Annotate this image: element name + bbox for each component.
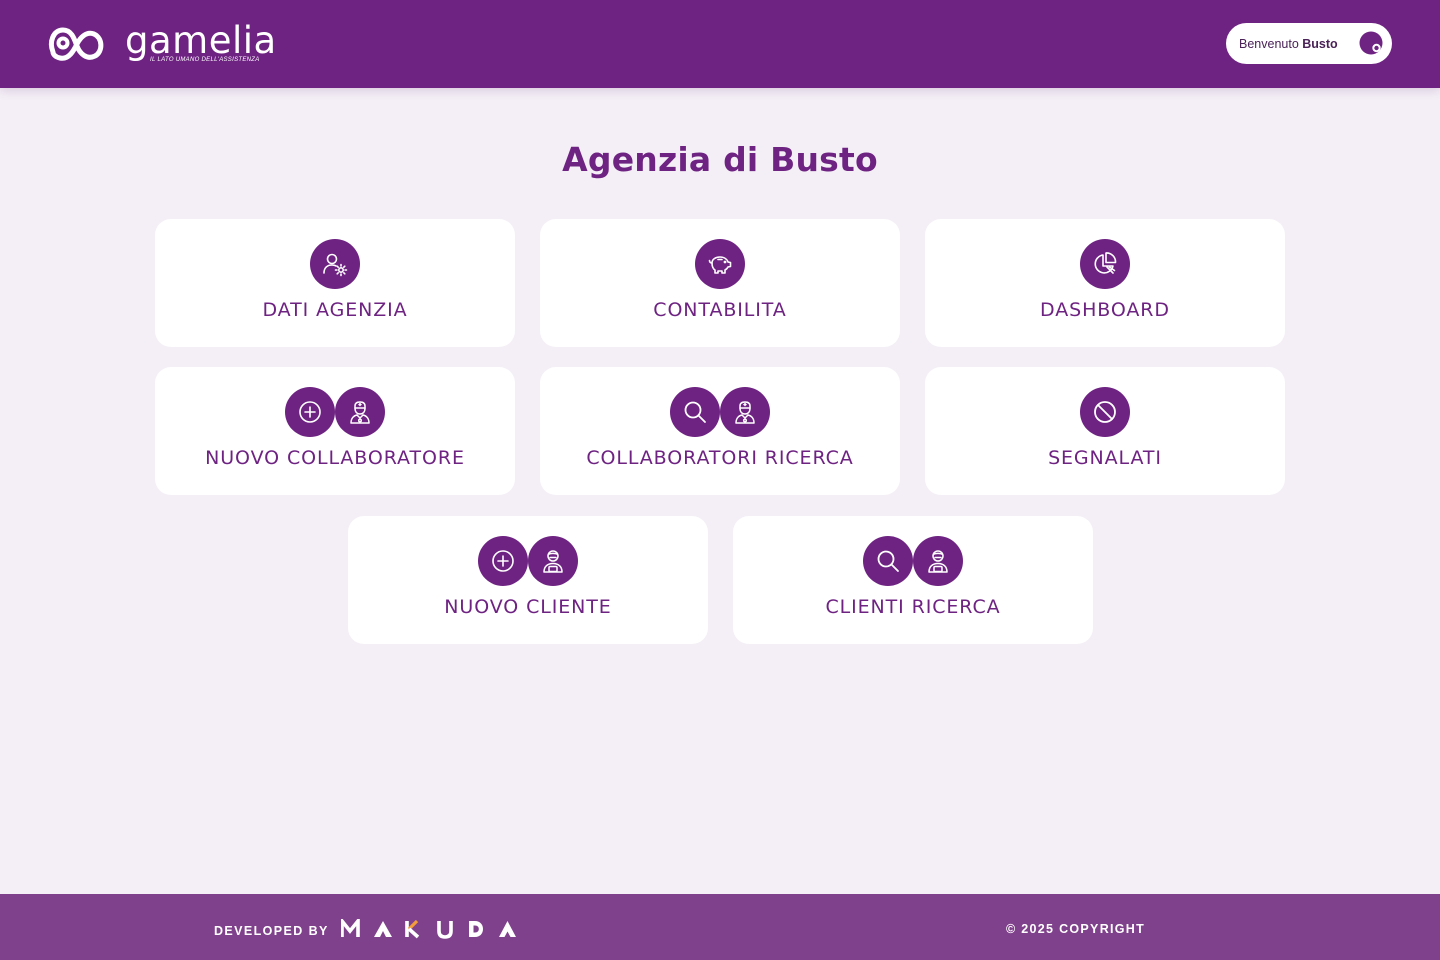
user-menu-button[interactable]: Benvenuto Busto — [1226, 23, 1392, 64]
card-label: SEGNALATI — [1048, 447, 1162, 469]
card-collaboratori-ricerca[interactable]: COLLABORATORI RICERCA — [540, 367, 900, 495]
makuda-logo-icon[interactable] — [341, 919, 517, 939]
search-icon — [670, 387, 720, 437]
card-label: CONTABILITA — [653, 299, 787, 321]
infinity-logo-icon — [48, 27, 104, 61]
search-icon — [863, 536, 913, 586]
card-icons — [155, 387, 515, 437]
card-label: COLLABORATORI RICERCA — [586, 447, 854, 469]
piggy-bank-icon — [695, 239, 745, 289]
plus-circle-icon — [478, 536, 528, 586]
nurse-icon — [335, 387, 385, 437]
logo-text: gamelia IL LATO UMANO DELL'ASSISTENZA — [125, 19, 276, 66]
page-title: Agenzia di Busto — [562, 140, 878, 179]
card-icons — [925, 387, 1285, 437]
card-contabilita[interactable]: CONTABILITA — [540, 219, 900, 347]
card-label: CLIENTI RICERCA — [825, 596, 1001, 618]
card-nuovo-cliente[interactable]: NUOVO CLIENTE — [348, 516, 708, 644]
patient-icon — [528, 536, 578, 586]
card-nuovo-collaboratore[interactable]: NUOVO COLLABORATORE — [155, 367, 515, 495]
card-clienti-ricerca[interactable]: CLIENTI RICERCA — [733, 516, 1093, 644]
card-icons — [540, 387, 900, 437]
card-dashboard[interactable]: DASHBOARD — [925, 219, 1285, 347]
copyright-text: © 2025 COPYRIGHT — [1006, 922, 1146, 936]
card-icons — [925, 239, 1285, 289]
ban-icon — [1080, 387, 1130, 437]
user-avatar-icon — [1359, 31, 1383, 55]
pie-chart-icon — [1080, 239, 1130, 289]
card-label: NUOVO CLIENTE — [444, 596, 612, 618]
nurse-icon — [720, 387, 770, 437]
card-icons — [348, 536, 708, 586]
card-label: DASHBOARD — [1040, 299, 1170, 321]
patient-icon — [913, 536, 963, 586]
developed-by-label: DEVELOPED BY — [214, 924, 329, 938]
card-segnalati[interactable]: SEGNALATI — [925, 367, 1285, 495]
welcome-text: Benvenuto Busto — [1239, 37, 1338, 51]
logo-tagline: IL LATO UMANO DELL'ASSISTENZA — [150, 57, 260, 63]
card-label: DATI AGENZIA — [262, 299, 408, 321]
card-icons — [155, 239, 515, 289]
card-icons — [540, 239, 900, 289]
card-dati-agenzia[interactable]: DATI AGENZIA — [155, 219, 515, 347]
welcome-username: Busto — [1302, 36, 1338, 51]
card-label: NUOVO COLLABORATORE — [205, 447, 465, 469]
gamelia-logo[interactable]: gamelia IL LATO UMANO DELL'ASSISTENZA — [47, 19, 276, 66]
plus-circle-icon — [285, 387, 335, 437]
welcome-prefix: Benvenuto — [1239, 36, 1299, 51]
card-icons — [733, 536, 1093, 586]
top-header: gamelia IL LATO UMANO DELL'ASSISTENZA Be… — [0, 0, 1440, 88]
user-settings-icon — [310, 239, 360, 289]
